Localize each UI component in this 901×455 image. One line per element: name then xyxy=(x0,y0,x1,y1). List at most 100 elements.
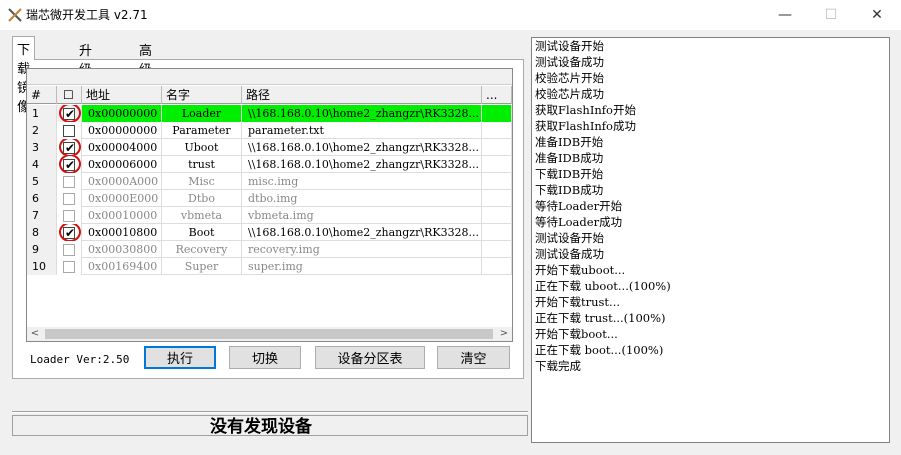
header-name[interactable]: 名字 xyxy=(162,86,242,104)
log-line: 等待Loader成功 xyxy=(535,215,623,229)
row-address: 0x00000000 xyxy=(82,122,162,139)
row-browse[interactable] xyxy=(482,190,512,207)
close-button[interactable]: ✕ xyxy=(854,0,900,30)
horizontal-scrollbar[interactable]: < > xyxy=(27,327,512,341)
maximize-button[interactable]: ☐ xyxy=(808,0,854,30)
table-row[interactable]: 2 0x00000000 Parameter parameter.txt xyxy=(27,122,512,139)
row-address: 0x00169400 xyxy=(82,258,162,275)
row-checkbox[interactable] xyxy=(63,176,75,188)
table-row[interactable]: 7 0x00010000 vbmeta vbmeta.img xyxy=(27,207,512,224)
row-browse[interactable] xyxy=(482,139,512,156)
log-line: 准备IDB开始 xyxy=(535,135,604,149)
row-checkbox-cell[interactable] xyxy=(57,122,82,139)
header-num: # xyxy=(27,86,57,104)
row-browse[interactable] xyxy=(482,224,512,241)
table-row[interactable]: 1 ✔ 0x00000000 Loader \\168.168.0.10\home2_z… xyxy=(27,105,512,122)
row-address: 0x00000000 xyxy=(82,105,162,122)
table-row[interactable]: 9 0x00030800 Recovery recovery.img xyxy=(27,241,512,258)
partition-table-button[interactable]: 设备分区表 xyxy=(315,346,425,369)
row-checkbox-cell[interactable]: ✔ xyxy=(57,224,82,241)
row-checkbox[interactable] xyxy=(63,261,75,273)
row-path[interactable]: \\168.168.0.10\home2_zhangzr\RK3328... xyxy=(242,224,482,241)
row-checkbox-cell[interactable] xyxy=(57,258,82,275)
loader-version: Loader Ver:2.50 xyxy=(30,353,130,366)
header-path[interactable]: 路径 xyxy=(242,86,482,104)
row-name: Uboot xyxy=(162,139,242,156)
row-checkbox-cell[interactable]: ✔ xyxy=(57,105,82,122)
row-checkbox[interactable] xyxy=(63,210,75,222)
row-checkbox[interactable] xyxy=(63,193,75,205)
row-checkbox-cell[interactable] xyxy=(57,190,82,207)
header-select-all[interactable]: ☐ xyxy=(57,86,82,104)
minimize-icon: — xyxy=(778,7,792,23)
switch-button[interactable]: 切换 xyxy=(229,346,301,369)
row-number: 5 xyxy=(27,173,57,190)
row-number: 9 xyxy=(27,241,57,258)
row-browse[interactable] xyxy=(482,173,512,190)
row-checkbox-cell[interactable] xyxy=(57,207,82,224)
row-checkbox[interactable] xyxy=(63,244,75,256)
row-path[interactable]: misc.img xyxy=(242,173,482,190)
row-checkbox-cell[interactable] xyxy=(57,173,82,190)
row-address: 0x00030800 xyxy=(82,241,162,258)
log-line: 测试设备开始 xyxy=(535,39,604,53)
row-browse[interactable] xyxy=(482,122,512,139)
row-name: Super xyxy=(162,258,242,275)
row-path[interactable]: \\168.168.0.10\home2_zhangzr\RK3328... xyxy=(242,105,482,122)
tab-advanced[interactable]: 高级功能 xyxy=(135,38,156,116)
row-browse[interactable] xyxy=(482,241,512,258)
scroll-thumb[interactable] xyxy=(45,329,493,339)
row-browse[interactable] xyxy=(482,156,512,173)
maximize-icon: ☐ xyxy=(824,7,838,23)
row-checkbox-cell[interactable]: ✔ xyxy=(57,156,82,173)
row-path[interactable]: \\168.168.0.10\home2_zhangzr\RK3328... xyxy=(242,139,482,156)
log-line: 等待Loader开始 xyxy=(535,199,623,213)
row-address: 0x00004000 xyxy=(82,139,162,156)
table-header: # ☐ 地址 名字 路径 ... xyxy=(27,86,512,104)
row-browse[interactable] xyxy=(482,105,512,122)
row-checkbox-cell[interactable]: ✔ xyxy=(57,139,82,156)
table-row[interactable]: 3 ✔ 0x00004000 Uboot \\168.168.0.10\home2_zh… xyxy=(27,139,512,156)
minimize-button[interactable]: — xyxy=(762,0,808,30)
row-name: Dtbo xyxy=(162,190,242,207)
log-panel[interactable]: 测试设备开始 测试设备成功 校验芯片开始 校验芯片成功 获取FlashInfo开始 获取F… xyxy=(531,37,890,443)
table-row[interactable]: 8 ✔ 0x00010800 Boot \\168.168.0.10\home2_zha… xyxy=(27,224,512,241)
row-name: vbmeta xyxy=(162,207,242,224)
row-checkbox[interactable] xyxy=(63,125,75,137)
header-more[interactable]: ... xyxy=(482,86,512,104)
scroll-right-icon[interactable]: > xyxy=(496,327,512,341)
window-title: 瑞芯微开发工具 v2.71 xyxy=(26,8,148,22)
device-status: 没有发现设备 xyxy=(210,417,312,437)
image-table: # ☐ 地址 名字 路径 ... 1 ✔ 0x00000000 Loader \\168… xyxy=(26,68,513,342)
tab-download-image[interactable]: 下载镜像 xyxy=(12,36,36,115)
run-button[interactable]: 执行 xyxy=(144,346,216,369)
row-path[interactable]: recovery.img xyxy=(242,241,482,258)
header-address[interactable]: 地址 xyxy=(82,86,162,104)
row-path[interactable]: vbmeta.img xyxy=(242,207,482,224)
log-line: 下载IDB开始 xyxy=(535,167,604,181)
log-line: 测试设备成功 xyxy=(535,55,604,69)
log-line: 校验芯片开始 xyxy=(535,71,604,85)
table-row[interactable]: 10 0x00169400 Super super.img xyxy=(27,258,512,275)
row-checkbox-cell[interactable] xyxy=(57,241,82,258)
row-path[interactable]: parameter.txt xyxy=(242,122,482,139)
row-name: Loader xyxy=(162,105,242,122)
table-row[interactable]: 4 ✔ 0x00006000 trust \\168.168.0.10\home2_zh… xyxy=(27,156,512,173)
row-browse[interactable] xyxy=(482,258,512,275)
row-path[interactable]: super.img xyxy=(242,258,482,275)
tab-upgrade-firmware[interactable]: 升级固件 xyxy=(75,38,96,116)
row-path[interactable]: dtbo.img xyxy=(242,190,482,207)
row-address: 0x00010000 xyxy=(82,207,162,224)
clear-button[interactable]: 清空 xyxy=(437,346,510,369)
table-row[interactable]: 6 0x0000E000 Dtbo dtbo.img xyxy=(27,190,512,207)
log-line: 获取FlashInfo开始 xyxy=(535,103,636,117)
row-path[interactable]: \\168.168.0.10\home2_zhangzr\RK3328... xyxy=(242,156,482,173)
scroll-left-icon[interactable]: < xyxy=(27,327,43,341)
table-row[interactable]: 5 0x0000A000 Misc misc.img xyxy=(27,173,512,190)
row-browse[interactable] xyxy=(482,207,512,224)
row-address: 0x0000E000 xyxy=(82,190,162,207)
log-line: 校验芯片成功 xyxy=(535,87,604,101)
log-line: 下载IDB成功 xyxy=(535,183,604,197)
row-name: trust xyxy=(162,156,242,173)
row-number: 7 xyxy=(27,207,57,224)
